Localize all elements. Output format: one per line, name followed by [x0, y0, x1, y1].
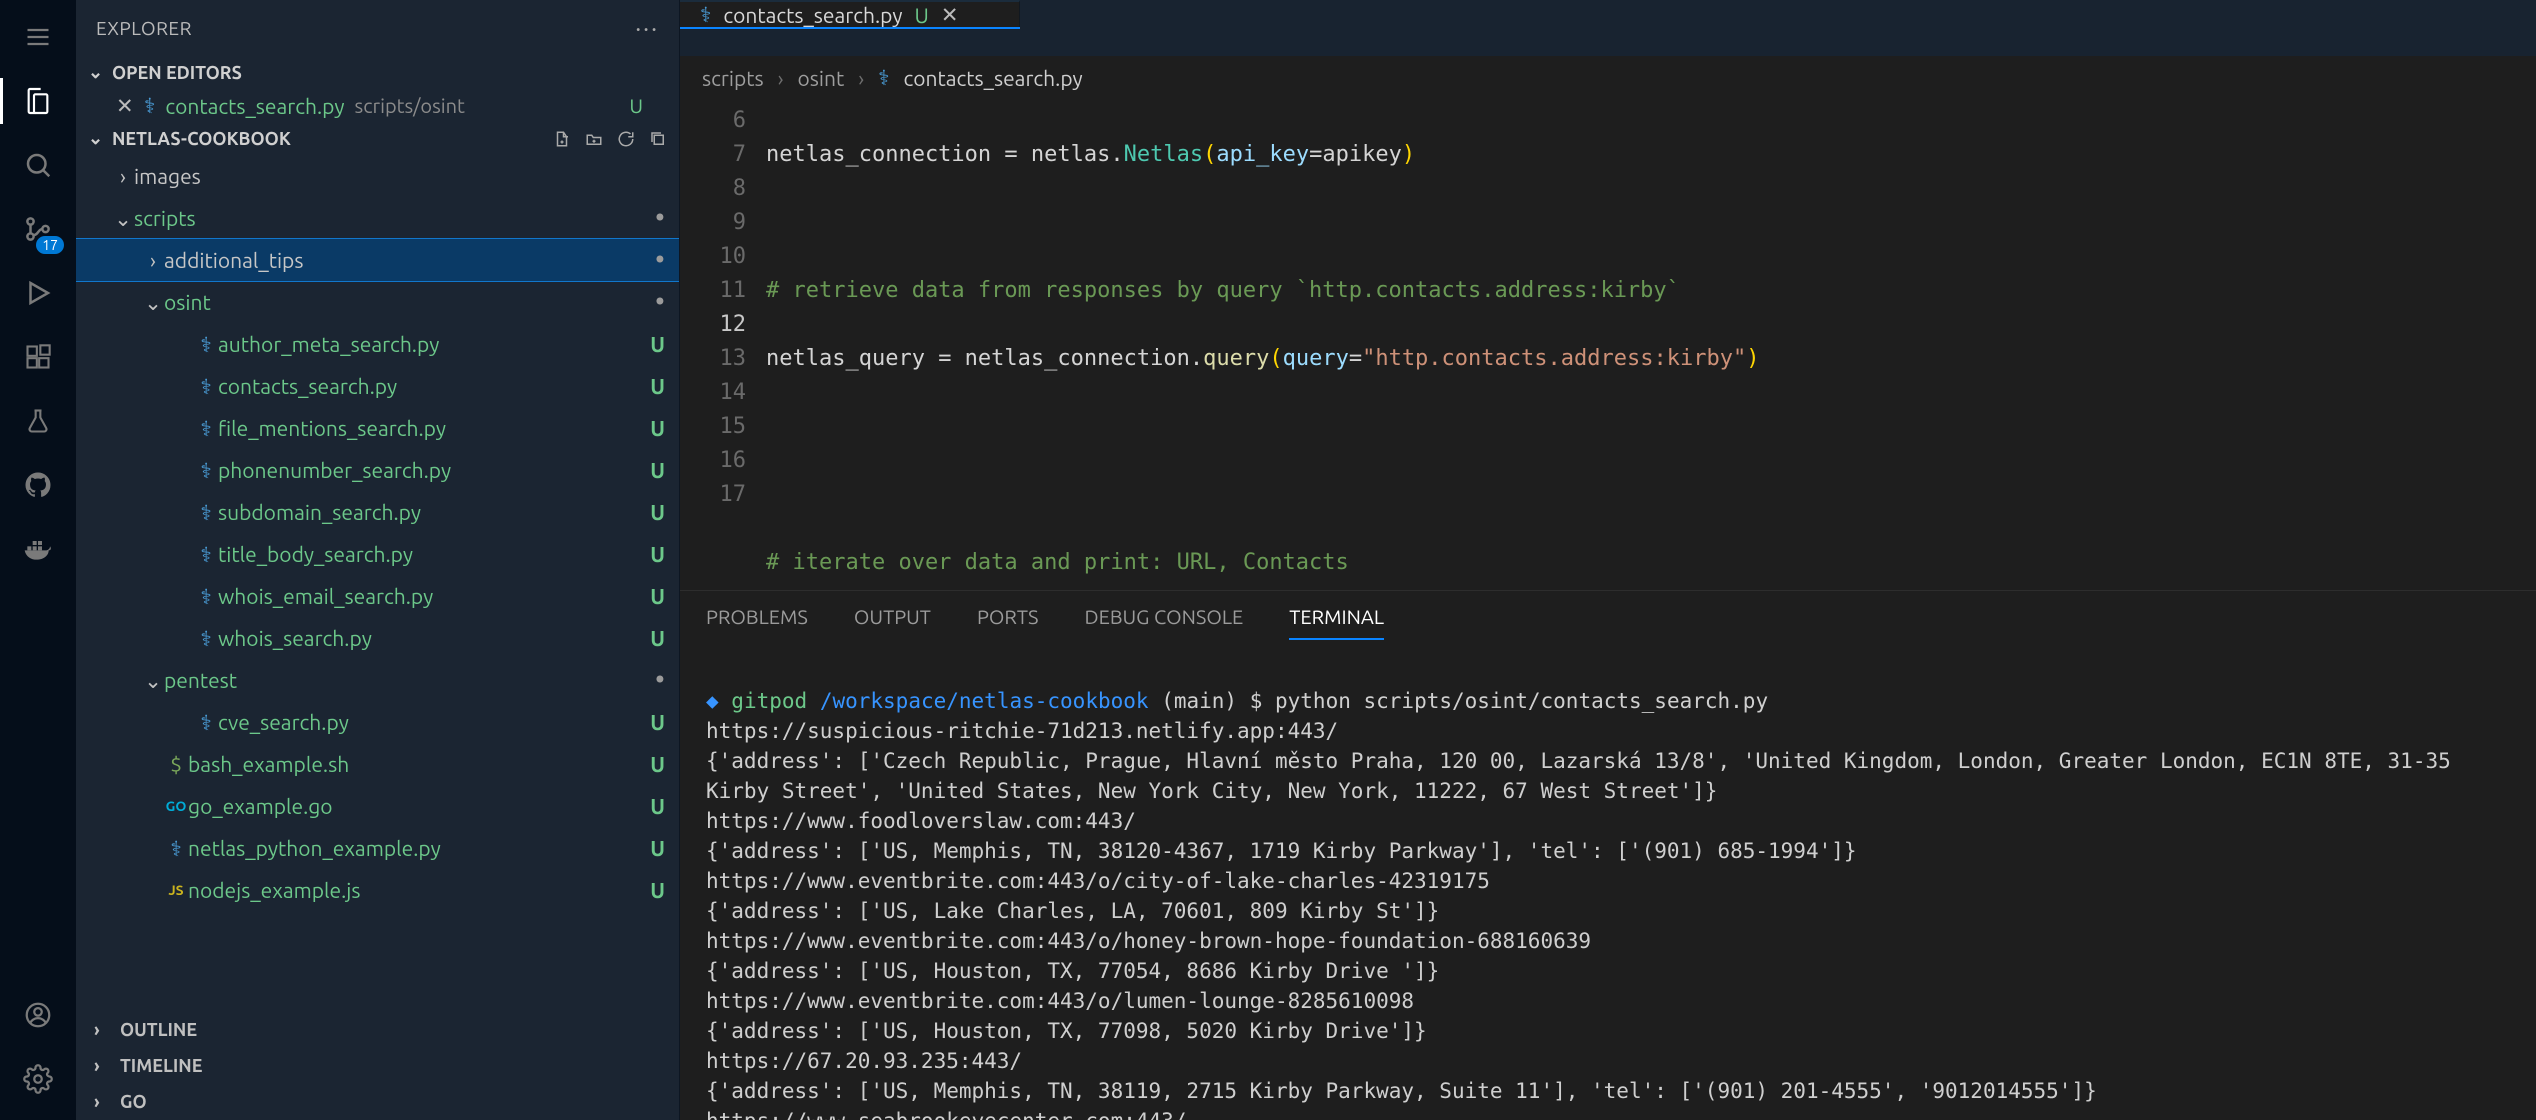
close-icon[interactable]: ✕ [116, 93, 134, 118]
explorer-icon[interactable] [0, 72, 76, 130]
activity-bar: 17 [0, 0, 76, 1120]
bottom-panel: PROBLEMS OUTPUT PORTS DEBUG CONSOLE TERM… [680, 590, 2536, 1120]
new-folder-icon[interactable] [585, 130, 603, 148]
close-tab-icon[interactable]: ✕ [941, 2, 959, 27]
folder-additional-tips[interactable]: ›additional_tips• [76, 239, 679, 281]
folder-scripts[interactable]: ⌄scripts• [76, 197, 679, 239]
python-icon: ⚕ [878, 65, 889, 90]
file-item[interactable]: ⚕netlas_python_example.pyU [76, 827, 679, 869]
collapse-all-icon[interactable] [649, 130, 667, 148]
explorer-sidebar: EXPLORER ··· ⌄ OPEN EDITORS ✕ ⚕ contacts… [76, 0, 680, 1120]
open-editor-item[interactable]: ✕ ⚕ contacts_search.py scripts/osint U [76, 89, 679, 122]
python-icon: ⚕ [194, 626, 218, 651]
file-item[interactable]: ⚕cve_search.pyU [76, 701, 679, 743]
timeline-section[interactable]: ›TIMELINE [76, 1048, 679, 1084]
tab-debug-console[interactable]: DEBUG CONSOLE [1084, 605, 1243, 640]
new-file-icon[interactable] [553, 130, 571, 148]
file-item[interactable]: ⚕subdomain_search.pyU [76, 491, 679, 533]
folder-pentest[interactable]: ⌄pentest• [76, 659, 679, 701]
more-actions-icon[interactable]: ··· [635, 15, 659, 42]
workspace-label: NETLAS-COOKBOOK [112, 129, 291, 149]
python-icon: ⚕ [164, 836, 188, 861]
breadcrumb-part[interactable]: osint [798, 66, 845, 90]
accounts-icon[interactable] [0, 986, 76, 1044]
github-icon[interactable] [0, 456, 76, 514]
breadcrumb-part[interactable]: contacts_search.py [904, 66, 1083, 90]
breadcrumb[interactable]: scripts › osint › ⚕ contacts_search.py [680, 56, 2536, 100]
tab-output[interactable]: OUTPUT [854, 605, 931, 640]
open-editor-path: scripts/osint [355, 94, 465, 117]
tab-terminal[interactable]: TERMINAL [1289, 605, 1384, 640]
file-item[interactable]: ⚕title_body_search.pyU [76, 533, 679, 575]
menu-icon[interactable] [0, 8, 76, 66]
breadcrumb-part[interactable]: scripts [702, 66, 764, 90]
search-icon[interactable] [0, 136, 76, 194]
tab-ports[interactable]: PORTS [977, 605, 1039, 640]
file-item[interactable]: ⚕phonenumber_search.pyU [76, 449, 679, 491]
python-icon: ⚕ [194, 542, 218, 567]
go-icon: GO [164, 798, 188, 814]
python-icon: ⚕ [194, 416, 218, 441]
shell-icon: $ [164, 752, 188, 776]
panel-tab-bar: PROBLEMS OUTPUT PORTS DEBUG CONSOLE TERM… [680, 591, 2536, 640]
folder-images[interactable]: ›images [76, 155, 679, 197]
settings-gear-icon[interactable] [0, 1050, 76, 1108]
tab-bar: ⚕ contacts_search.py U ✕ [680, 0, 2536, 56]
line-gutter: 6 7 8 9 10 11 12 13 14 15 16 17 [680, 100, 766, 590]
workspace-section[interactable]: ⌄ NETLAS-COOKBOOK [76, 122, 679, 155]
python-icon: ⚕ [144, 93, 155, 118]
open-editors-section[interactable]: ⌄ OPEN EDITORS [76, 56, 679, 89]
refresh-icon[interactable] [617, 130, 635, 148]
js-icon: JS [164, 882, 188, 898]
file-item[interactable]: ⚕whois_email_search.pyU [76, 575, 679, 617]
file-item[interactable]: $bash_example.shU [76, 743, 679, 785]
file-item[interactable]: ⚕file_mentions_search.pyU [76, 407, 679, 449]
extensions-icon[interactable] [0, 328, 76, 386]
beaker-icon[interactable] [0, 392, 76, 450]
code-editor[interactable]: 6 7 8 9 10 11 12 13 14 15 16 17 netlas_c… [680, 100, 2536, 590]
python-icon: ⚕ [194, 584, 218, 609]
open-editors-label: OPEN EDITORS [112, 63, 242, 83]
tab-problems[interactable]: PROBLEMS [706, 605, 808, 640]
terminal-output[interactable]: ◆ gitpod /workspace/netlas-cookbook (mai… [680, 640, 2536, 1120]
docker-icon[interactable] [0, 520, 76, 578]
file-item[interactable]: GOgo_example.goU [76, 785, 679, 827]
python-icon: ⚕ [194, 710, 218, 735]
file-tree: ›images ⌄scripts• ›additional_tips• ⌄osi… [76, 155, 679, 1012]
tab-filename: contacts_search.py [723, 3, 902, 27]
open-editor-filename: contacts_search.py [165, 94, 344, 118]
explorer-title: EXPLORER [96, 17, 192, 39]
python-icon: ⚕ [194, 374, 218, 399]
code-content[interactable]: netlas_connection = netlas.Netlas(api_ke… [766, 100, 2536, 590]
outline-section[interactable]: ›OUTLINE [76, 1012, 679, 1048]
file-item[interactable]: ⚕contacts_search.pyU [76, 365, 679, 407]
folder-osint[interactable]: ⌄osint• [76, 281, 679, 323]
git-status: U [629, 94, 661, 117]
tab-git-status: U [915, 3, 929, 27]
file-item[interactable]: ⚕author_meta_search.pyU [76, 323, 679, 365]
editor-group: ⚕ contacts_search.py U ✕ scripts › osint… [680, 0, 2536, 1120]
scm-badge: 17 [36, 236, 64, 254]
python-icon: ⚕ [194, 500, 218, 525]
python-icon: ⚕ [194, 332, 218, 357]
file-item[interactable]: ⚕whois_search.pyU [76, 617, 679, 659]
run-debug-icon[interactable] [0, 264, 76, 322]
python-icon: ⚕ [194, 458, 218, 483]
python-icon: ⚕ [700, 2, 711, 27]
editor-tab[interactable]: ⚕ contacts_search.py U ✕ [680, 0, 1020, 27]
source-control-icon[interactable]: 17 [0, 200, 76, 258]
file-item[interactable]: JSnodejs_example.jsU [76, 869, 679, 911]
go-section[interactable]: ›GO [76, 1084, 679, 1120]
